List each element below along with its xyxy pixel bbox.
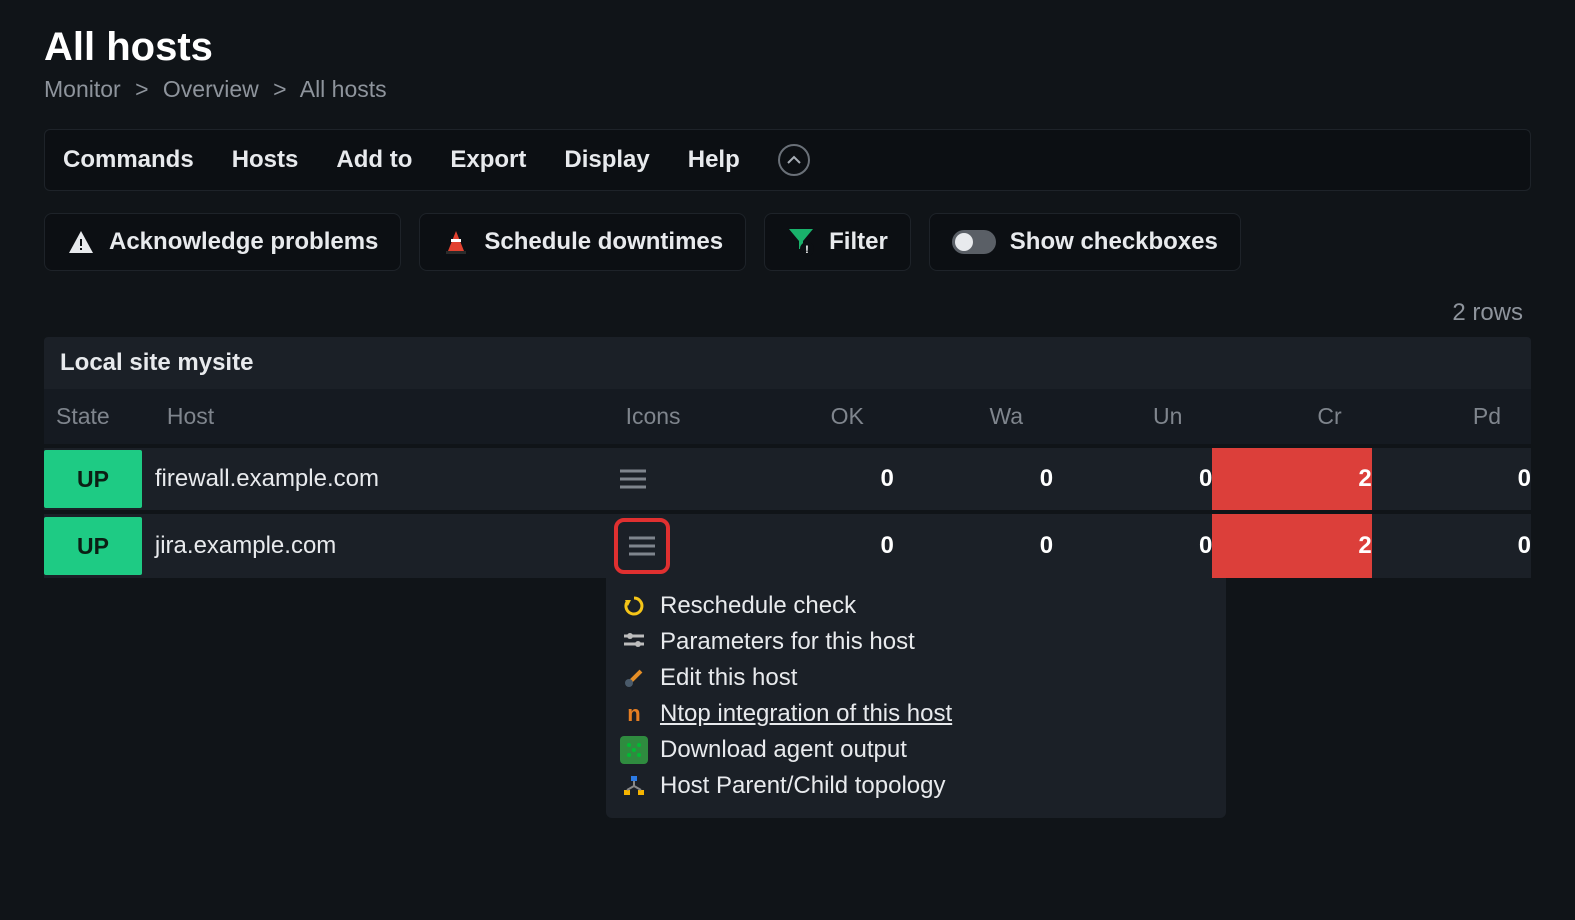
chevron-up-icon — [787, 155, 801, 165]
context-menu-item[interactable]: Host Parent/Child topology — [618, 768, 1208, 804]
breadcrumb-item[interactable]: Monitor — [44, 76, 121, 102]
cone-icon — [442, 228, 470, 256]
menu-hosts[interactable]: Hosts — [232, 146, 299, 174]
filter-label: Filter — [829, 228, 888, 256]
pd-cell: 0 — [1372, 446, 1531, 512]
context-menu-label: Ntop integration of this host — [660, 700, 952, 728]
hosts-table: State Host Icons OK Wa Un Cr Pd UPfirewa… — [44, 389, 1531, 578]
topology-icon — [620, 772, 648, 800]
host-context-menu: Reschedule check Parameters for this host… — [606, 578, 1226, 818]
col-wa[interactable]: Wa — [894, 389, 1053, 446]
cr-cell: 2 — [1212, 446, 1371, 512]
breadcrumb: Monitor > Overview > All hosts — [44, 76, 1531, 103]
breadcrumb-item[interactable]: Overview — [163, 76, 259, 102]
row-menu-icon[interactable] — [614, 460, 652, 498]
context-menu-item[interactable]: n Ntop integration of this host — [618, 696, 1208, 732]
reschedule-icon — [620, 592, 648, 620]
col-un[interactable]: Un — [1053, 389, 1212, 446]
ok-cell: 0 — [735, 446, 894, 512]
context-menu-item[interactable]: Reschedule check — [618, 588, 1208, 624]
un-cell: 0 — [1053, 446, 1212, 512]
filter-icon: ! — [787, 228, 815, 256]
host-cell[interactable]: firewall.example.com — [155, 446, 614, 512]
menu-addto[interactable]: Add to — [336, 146, 412, 174]
edit-icon — [620, 664, 648, 692]
download-icon — [620, 736, 648, 764]
acknowledge-button[interactable]: Acknowledge problems — [44, 213, 401, 271]
checkboxes-label: Show checkboxes — [1010, 228, 1218, 256]
breadcrumb-sep: > — [135, 76, 148, 102]
context-menu-label: Host Parent/Child topology — [660, 772, 946, 800]
menu-commands[interactable]: Commands — [63, 146, 194, 174]
un-cell: 0 — [1053, 512, 1212, 578]
context-menu-label: Parameters for this host — [660, 628, 915, 656]
svg-text:!: ! — [805, 244, 809, 256]
collapse-menu-button[interactable] — [778, 144, 810, 176]
pd-cell: 0 — [1372, 512, 1531, 578]
row-menu-icon[interactable] — [614, 518, 670, 574]
show-checkboxes-toggle[interactable]: Show checkboxes — [929, 213, 1241, 271]
table-row: UPfirewall.example.com00020 — [44, 446, 1531, 512]
col-state[interactable]: State — [44, 389, 155, 446]
context-menu-item[interactable]: Parameters for this host — [618, 624, 1208, 660]
context-menu-item[interactable]: Edit this host — [618, 660, 1208, 696]
warning-icon — [67, 228, 95, 256]
host-cell[interactable]: jira.example.com — [155, 512, 614, 578]
toggle-off-icon — [952, 230, 996, 254]
cr-cell: 2 — [1212, 512, 1371, 578]
ntop-icon: n — [620, 700, 648, 728]
panel-header: Local site mysite — [44, 337, 1531, 389]
col-pd[interactable]: Pd — [1372, 389, 1531, 446]
schedule-label: Schedule downtimes — [484, 228, 723, 256]
menu-display[interactable]: Display — [564, 146, 649, 174]
breadcrumb-item[interactable]: All hosts — [300, 76, 387, 102]
row-count: 2 rows — [44, 299, 1531, 327]
menubar: Commands Hosts Add to Export Display Hel… — [44, 129, 1531, 191]
menu-export[interactable]: Export — [450, 146, 526, 174]
wa-cell: 0 — [894, 446, 1053, 512]
action-row: Acknowledge problems Schedule downtimes … — [44, 213, 1531, 271]
context-menu-label: Reschedule check — [660, 592, 856, 620]
col-icons[interactable]: Icons — [614, 389, 735, 446]
col-host[interactable]: Host — [155, 389, 614, 446]
wa-cell: 0 — [894, 512, 1053, 578]
table-row: UPjira.example.com00020 — [44, 512, 1531, 578]
filter-button[interactable]: ! Filter — [764, 213, 911, 271]
params-icon — [620, 628, 648, 656]
ok-cell: 0 — [735, 512, 894, 578]
state-badge: UP — [44, 450, 142, 508]
col-cr[interactable]: Cr — [1212, 389, 1371, 446]
menu-help[interactable]: Help — [688, 146, 740, 174]
schedule-downtimes-button[interactable]: Schedule downtimes — [419, 213, 746, 271]
page-title: All hosts — [44, 25, 1531, 70]
breadcrumb-sep: > — [273, 76, 286, 102]
acknowledge-label: Acknowledge problems — [109, 228, 378, 256]
context-menu-label: Download agent output — [660, 736, 907, 764]
col-ok[interactable]: OK — [735, 389, 894, 446]
state-badge: UP — [44, 517, 142, 575]
context-menu-item[interactable]: Download agent output — [618, 732, 1208, 768]
context-menu-label: Edit this host — [660, 664, 797, 692]
